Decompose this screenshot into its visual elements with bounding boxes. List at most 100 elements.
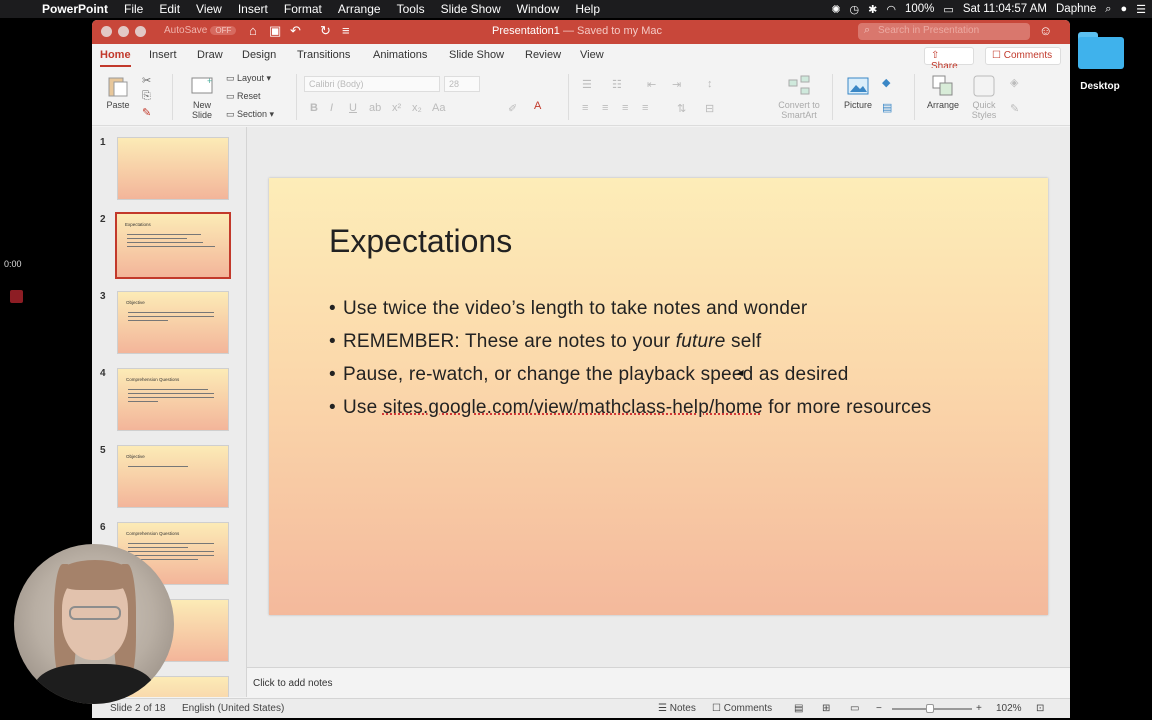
highlight-icon[interactable]: ✐ <box>508 102 517 115</box>
font-color-icon[interactable]: A <box>534 100 541 112</box>
battery-icon[interactable]: ▭ <box>943 3 953 16</box>
resource-link[interactable]: sites.google.com/view/mathclass-help/hom… <box>383 397 763 418</box>
zoom-in-icon[interactable]: + <box>976 703 982 714</box>
desktop-folder-label[interactable]: Desktop <box>1072 81 1128 92</box>
notification-center-icon[interactable]: ☰ <box>1136 3 1146 16</box>
convert-to-smartart-button[interactable]: Convert to SmartArt <box>772 74 826 120</box>
align-center-icon[interactable]: ≡ <box>602 102 608 114</box>
wifi-icon[interactable]: ◠ <box>886 3 896 16</box>
slide-thumbnail-2[interactable]: Expectations <box>115 212 231 279</box>
zoom-out-icon[interactable]: − <box>876 703 882 714</box>
tab-draw[interactable]: Draw <box>197 49 223 61</box>
justify-icon[interactable]: ≡ <box>642 102 648 114</box>
bullet-item[interactable]: • REMEMBER: These are notes to your futur… <box>329 329 931 362</box>
home-icon[interactable]: ⌂ <box>249 23 257 38</box>
font-size-select[interactable]: 28 <box>444 76 480 92</box>
fit-slide-icon[interactable]: ⊡ <box>1036 703 1044 714</box>
zoom-level[interactable]: 102% <box>996 703 1022 714</box>
close-window-button[interactable] <box>101 26 112 37</box>
quick-styles-button[interactable]: Quick Styles <box>966 74 1002 120</box>
notes-toggle[interactable]: ☰ Notes <box>658 703 696 714</box>
tab-transitions[interactable]: Transitions <box>297 49 350 61</box>
bullets-icon[interactable]: ☰ <box>582 78 592 91</box>
zoom-slider-knob[interactable] <box>926 704 934 713</box>
menubar-clock[interactable]: Sat 11:04:57 AM <box>963 3 1047 15</box>
menubar-user[interactable]: Daphne <box>1056 3 1096 15</box>
menu-slide-show[interactable]: Slide Show <box>433 2 509 16</box>
menu-insert[interactable]: Insert <box>230 2 276 16</box>
bluetooth-icon[interactable]: ✱ <box>868 3 877 16</box>
menu-edit[interactable]: Edit <box>151 2 188 16</box>
slide-thumbnail-3[interactable]: Objective <box>117 291 229 354</box>
underline-icon[interactable]: U <box>349 102 357 114</box>
save-icon[interactable]: ▣ <box>269 23 281 39</box>
feedback-smiley-icon[interactable]: ☺ <box>1039 23 1052 38</box>
bold-icon[interactable]: B <box>310 102 318 114</box>
increase-indent-icon[interactable]: ⇥ <box>672 78 681 91</box>
redo-icon[interactable]: ↻ <box>320 23 331 39</box>
search-input[interactable]: ⌕ Search in Presentation <box>858 23 1030 40</box>
notes-placeholder[interactable]: Click to add notes <box>253 678 333 689</box>
minimize-window-button[interactable] <box>118 26 129 37</box>
normal-view-icon[interactable]: ▤ <box>794 703 803 714</box>
font-name-select[interactable]: Calibri (Body) <box>304 76 440 92</box>
cut-icon[interactable]: ✂ <box>142 74 151 87</box>
superscript-icon[interactable]: x² <box>392 102 401 114</box>
siri-icon[interactable]: ● <box>1120 3 1127 15</box>
copy-icon[interactable]: ⎘ <box>142 90 151 103</box>
text-box-icon[interactable]: ▤ <box>882 101 892 114</box>
shape-outline-icon[interactable]: ✎ <box>1010 102 1019 115</box>
record-stop-button[interactable] <box>10 290 23 303</box>
tab-animations[interactable]: Animations <box>373 49 427 61</box>
notes-pane[interactable]: Click to add notes <box>247 667 1070 698</box>
strikethrough-icon[interactable]: ab <box>369 102 381 114</box>
paste-button[interactable]: Paste <box>102 74 134 110</box>
comments-button[interactable]: ☐ Comments <box>985 47 1061 65</box>
bullet-item[interactable]: • Use sites.google.com/view/mathclass-hel… <box>329 395 931 428</box>
menu-file[interactable]: File <box>116 2 151 16</box>
layout-button[interactable]: ▭ Layout ▾ <box>226 73 271 84</box>
tab-slide-show[interactable]: Slide Show <box>449 49 504 61</box>
tab-review[interactable]: Review <box>525 49 561 61</box>
line-spacing-icon[interactable]: ↕ <box>707 78 713 90</box>
new-slide-button[interactable]: + New Slide <box>184 74 220 120</box>
slide-thumbnail-5[interactable]: Objective <box>117 445 229 508</box>
menu-format[interactable]: Format <box>276 2 330 16</box>
slide-title[interactable]: Expectations <box>329 223 512 260</box>
share-button[interactable]: ⇧ Share <box>924 47 974 72</box>
current-slide[interactable]: Expectations • Use twice the video’s leng… <box>269 178 1048 615</box>
menu-help[interactable]: Help <box>567 2 608 16</box>
bullet-item[interactable]: • Pause, re-watch, or change the playback… <box>329 362 931 395</box>
italic-icon[interactable]: I <box>330 102 333 114</box>
reset-button[interactable]: ▭ Reset <box>226 91 261 102</box>
tab-view[interactable]: View <box>580 49 604 61</box>
menu-view[interactable]: View <box>188 2 230 16</box>
numbering-icon[interactable]: ☷ <box>612 78 622 91</box>
language-indicator[interactable]: English (United States) <box>182 703 284 714</box>
align-left-icon[interactable]: ≡ <box>582 102 588 114</box>
customize-toolbar-icon[interactable]: ≡ <box>342 23 350 38</box>
format-painter-icon[interactable]: ✎ <box>142 106 151 119</box>
tab-home[interactable]: Home <box>100 49 131 67</box>
change-case-icon[interactable]: Aa <box>432 102 445 114</box>
slide-thumbnail-4[interactable]: Comprehension Questions <box>117 368 229 431</box>
align-text-icon[interactable]: ⊟ <box>705 102 714 115</box>
menu-app-name[interactable]: PowerPoint <box>34 2 116 16</box>
shape-fill-icon[interactable]: ◈ <box>1010 76 1018 89</box>
tab-design[interactable]: Design <box>242 49 276 61</box>
decrease-indent-icon[interactable]: ⇤ <box>647 78 656 91</box>
picture-button[interactable]: Picture <box>840 74 876 110</box>
desktop-folder-icon[interactable] <box>1078 32 1124 70</box>
spotlight-icon[interactable]: ⌕ <box>1105 3 1111 16</box>
menu-window[interactable]: Window <box>509 2 568 16</box>
section-button[interactable]: ▭ Section ▾ <box>226 109 274 120</box>
text-direction-icon[interactable]: ⇅ <box>677 102 686 115</box>
bullet-item[interactable]: • Use twice the video’s length to take no… <box>329 296 931 329</box>
slide-bullet-list[interactable]: • Use twice the video’s length to take no… <box>329 296 931 428</box>
autosave-toggle[interactable]: AutoSave OFF <box>164 25 237 36</box>
comments-toggle[interactable]: ☐ Comments <box>712 703 772 714</box>
undo-icon[interactable]: ↶ <box>290 23 301 39</box>
tab-insert[interactable]: Insert <box>149 49 177 61</box>
subscript-icon[interactable]: x₂ <box>412 102 422 114</box>
menu-arrange[interactable]: Arrange <box>330 2 389 16</box>
